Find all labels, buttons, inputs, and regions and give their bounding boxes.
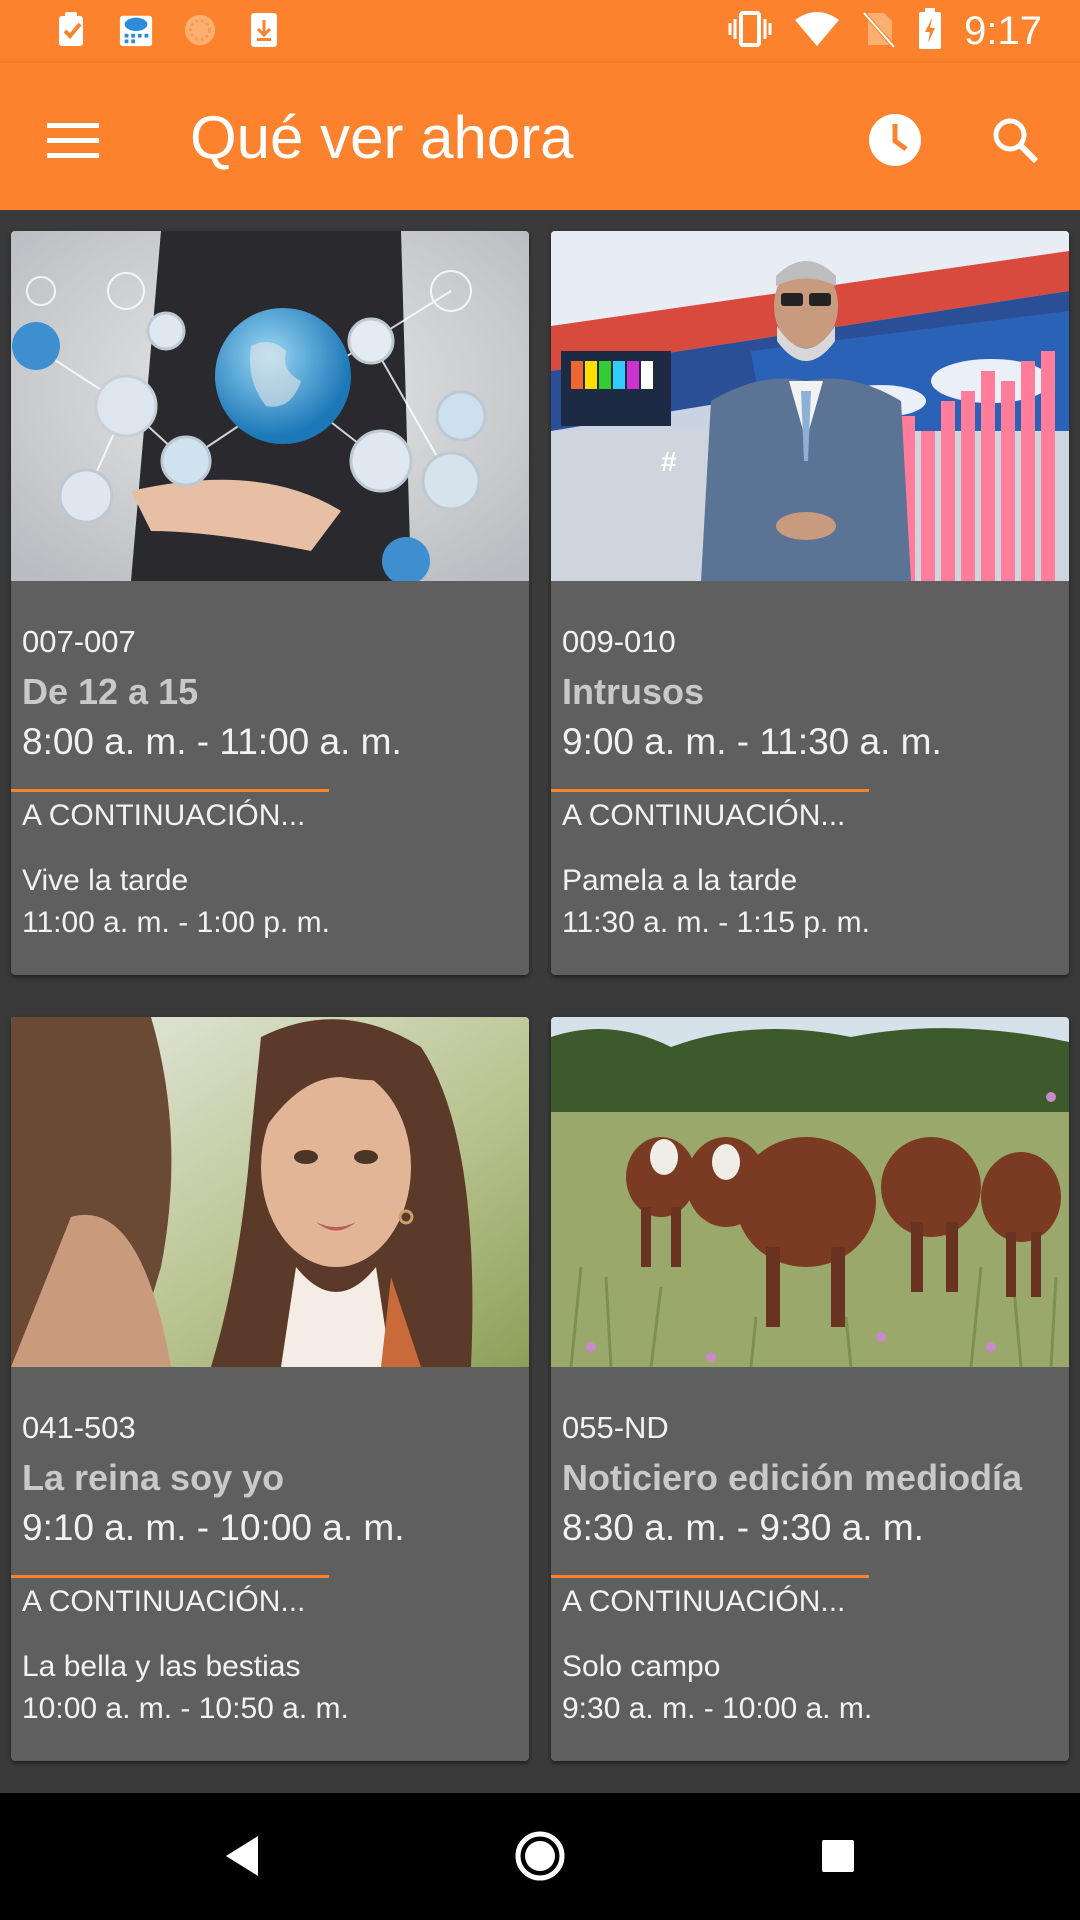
sun-icon [182,10,218,50]
search-button[interactable] [980,105,1050,175]
navigation-bar [0,1793,1080,1920]
next-program-title: Pamela a la tarde [562,864,798,897]
program-card[interactable]: 055-ND Noticiero edición mediodía 8:30 a… [551,1017,1069,1761]
battery-charging-icon [918,8,942,55]
program-thumbnail: # [551,231,1069,581]
program-title: La reina soy yo [22,1457,285,1498]
home-button[interactable] [505,1821,575,1891]
channel-number: 007-007 [22,624,136,659]
program-time: 9:00 a. m. - 11:30 a. m. [562,721,942,762]
next-program-title: Solo campo [562,1650,721,1683]
next-label: A CONTINUACIÓN... [22,1585,306,1618]
progress-divider [551,789,869,792]
program-time: 9:10 a. m. - 10:00 a. m. [22,1507,405,1548]
program-time: 8:30 a. m. - 9:30 a. m. [562,1507,924,1548]
status-bar: 9:17 [0,0,1080,63]
menu-button[interactable] [38,105,108,175]
channel-number: 055-ND [562,1410,669,1445]
next-program-time: 10:00 a. m. - 10:50 a. m. [22,1692,349,1725]
channel-number: 009-010 [562,624,676,659]
no-sim-icon [862,9,896,54]
next-label: A CONTINUACIÓN... [22,799,306,832]
vibrate-icon [728,9,772,54]
back-icon [226,1836,258,1876]
next-program-time: 9:30 a. m. - 10:00 a. m. [562,1692,873,1725]
cloud-calendar-icon [118,10,154,50]
status-time: 9:17 [964,9,1042,53]
progress-divider [551,1575,869,1578]
next-program-time: 11:30 a. m. - 1:15 p. m. [562,906,870,939]
program-card[interactable]: 041-503 La reina soy yo 9:10 a. m. - 10:… [11,1017,529,1761]
program-thumbnail [11,231,529,585]
recents-icon [822,1840,854,1872]
program-thumbnail [11,1017,529,1367]
back-button[interactable] [207,1821,277,1891]
recents-button[interactable] [803,1821,873,1891]
program-thumbnail [551,1017,1069,1368]
next-program-title: La bella y las bestias [22,1650,301,1683]
program-title: De 12 a 15 [22,671,199,712]
channel-number: 041-503 [22,1410,136,1445]
download-icon [246,10,282,50]
program-card[interactable]: # 009-010 Intrusos 9:00 a. m. - 11:30 a.… [551,231,1069,975]
next-label: A CONTINUACIÓN... [562,799,846,832]
home-icon [515,1831,565,1881]
program-title: Noticiero edición mediodía [562,1457,1023,1498]
program-card[interactable]: 007-007 De 12 a 15 8:00 a. m. - 11:00 a.… [11,231,529,975]
wifi-icon [794,10,840,53]
page-title: Qué ver ahora [190,104,574,171]
program-time: 8:00 a. m. - 11:00 a. m. [22,721,402,762]
schedule-button[interactable] [860,105,930,175]
clock-icon [869,114,921,166]
progress-divider [11,789,329,792]
next-label: A CONTINUACIÓN... [562,1585,846,1618]
program-title: Intrusos [562,671,705,712]
svg-text:#: # [661,446,677,477]
progress-divider [11,1575,329,1578]
next-program-title: Vive la tarde [22,864,189,897]
task-icon [54,10,90,50]
app-bar: Qué ver ahora [0,63,1080,210]
next-program-time: 11:00 a. m. - 1:00 p. m. [22,906,330,939]
program-grid: 007-007 De 12 a 15 8:00 a. m. - 11:00 a.… [0,210,1080,1793]
menu-icon [47,123,99,158]
search-icon [993,118,1039,164]
